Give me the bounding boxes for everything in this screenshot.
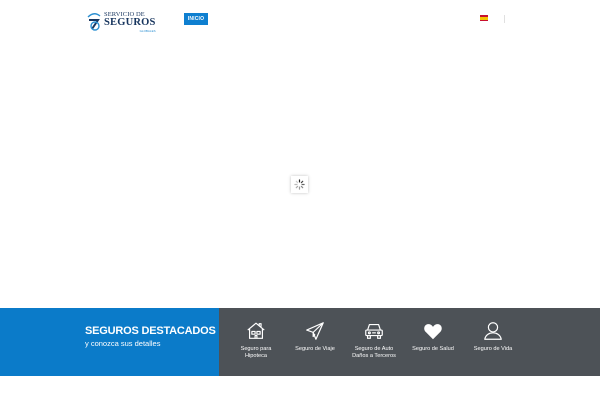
featured-subtitle: y conozca sus detalles [85, 339, 161, 348]
header-divider [504, 15, 505, 23]
car-icon [365, 323, 383, 339]
logo-main-text: SEGUROS [104, 17, 156, 28]
item-seguro-salud[interactable]: Seguro de Salud [403, 308, 463, 376]
person-icon [484, 322, 502, 340]
featured-items-panel: Seguro para Hipoteca Seguro de Viaje Seg… [219, 308, 600, 376]
item-label: Seguro de Salud [412, 346, 454, 352]
item-label: Seguro para Hipoteca [240, 346, 272, 359]
servicio-de-seguros-logo[interactable]: SERVICIO DE SEGUROS GLOBALES [86, 10, 156, 34]
logo-emblem-icon [86, 12, 102, 32]
spinner-icon [294, 179, 305, 190]
featured-insurance-band: SEGUROS DESTACADOS y conozca sus detalle… [0, 308, 600, 376]
featured-title: SEGUROS DESTACADOS [85, 325, 216, 337]
logo-text: SERVICIO DE SEGUROS GLOBALES [104, 11, 156, 33]
item-seguro-auto[interactable]: Seguro de Auto Daños a Terceros [344, 308, 404, 376]
paper-plane-icon [306, 322, 324, 340]
item-seguro-vida[interactable]: Seguro de Vida [463, 308, 523, 376]
heart-icon [424, 324, 442, 340]
item-label: Seguro de Auto Daños a Terceros [352, 346, 396, 359]
item-seguro-hipoteca[interactable]: Seguro para Hipoteca [226, 308, 286, 376]
featured-heading-panel: SEGUROS DESTACADOS y conozca sus detalle… [0, 308, 219, 376]
item-seguro-viaje[interactable]: Seguro de Viaje [285, 308, 345, 376]
spain-flag-icon[interactable] [480, 15, 488, 21]
item-label: Seguro de Vida [473, 346, 513, 352]
nav-inicio-button[interactable]: INICIO [184, 13, 208, 25]
item-label: Seguro de Viaje [295, 346, 335, 352]
site-header: SERVICIO DE SEGUROS GLOBALES INICIO [0, 0, 600, 40]
loading-spinner [291, 176, 308, 193]
house-icon [247, 322, 265, 339]
logo-sub-text: GLOBALES [139, 28, 156, 33]
